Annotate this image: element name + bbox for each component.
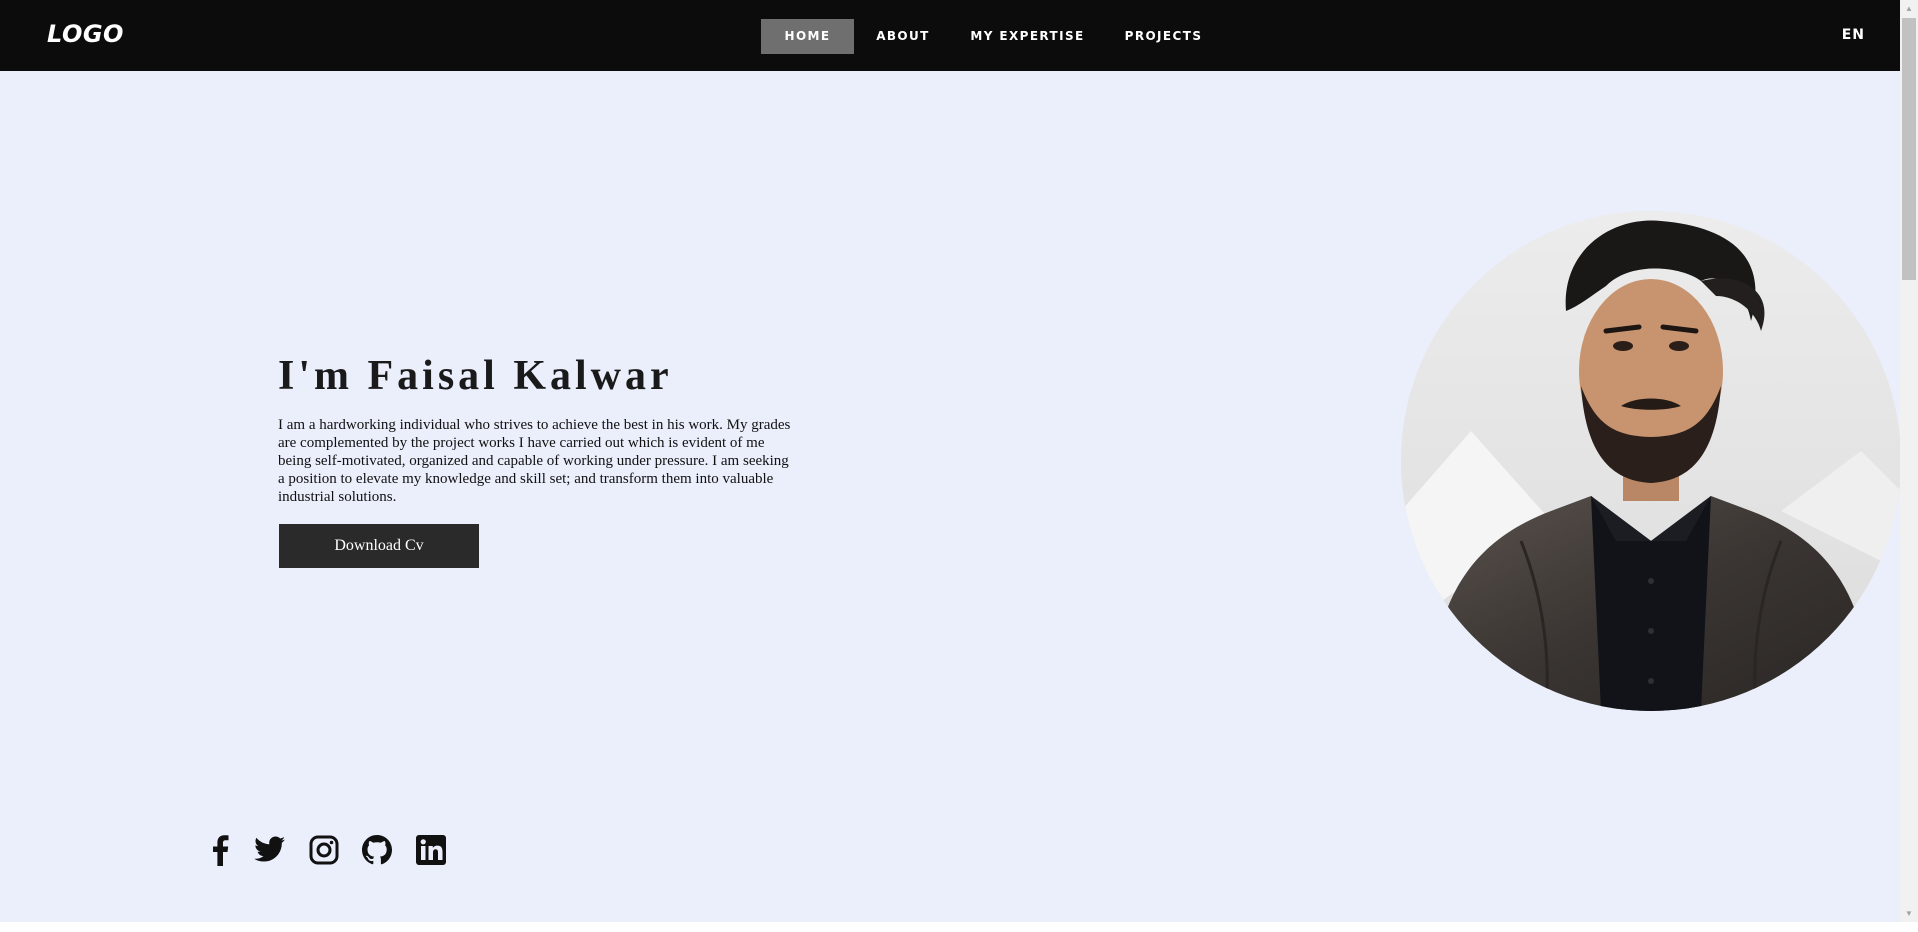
hero-title: I'm Faisal Kalwar <box>278 353 673 399</box>
scrollbar-thumb[interactable] <box>1902 18 1916 280</box>
download-cv-button[interactable]: Download Cv <box>279 524 479 568</box>
logo[interactable]: LOGO <box>47 20 124 48</box>
profile-photo-illustration <box>1401 211 1900 711</box>
instagram-icon[interactable] <box>306 832 342 868</box>
language-selector[interactable]: EN <box>1842 27 1865 43</box>
facebook-icon[interactable] <box>202 832 238 868</box>
scroll-up-arrow-icon[interactable]: ▲ <box>1900 0 1918 17</box>
github-icon[interactable] <box>359 832 395 868</box>
scroll-down-arrow-icon[interactable]: ▼ <box>1900 905 1918 922</box>
nav-projects[interactable]: PROJECTS <box>1117 19 1210 54</box>
linkedin-icon[interactable] <box>413 832 449 868</box>
top-navbar: LOGO HOME ABOUT MY EXPERTISE PROJECTS EN <box>0 0 1900 71</box>
twitter-icon[interactable] <box>252 832 288 868</box>
nav-home[interactable]: HOME <box>761 19 854 54</box>
nav-about[interactable]: ABOUT <box>866 19 940 54</box>
vertical-scrollbar[interactable]: ▲ ▼ <box>1900 0 1918 922</box>
profile-photo <box>1401 211 1900 711</box>
page-viewport: LOGO HOME ABOUT MY EXPERTISE PROJECTS EN… <box>0 0 1900 922</box>
nav-my-expertise[interactable]: MY EXPERTISE <box>964 19 1091 54</box>
hero-description: I am a hardworking individual who strive… <box>278 417 791 505</box>
